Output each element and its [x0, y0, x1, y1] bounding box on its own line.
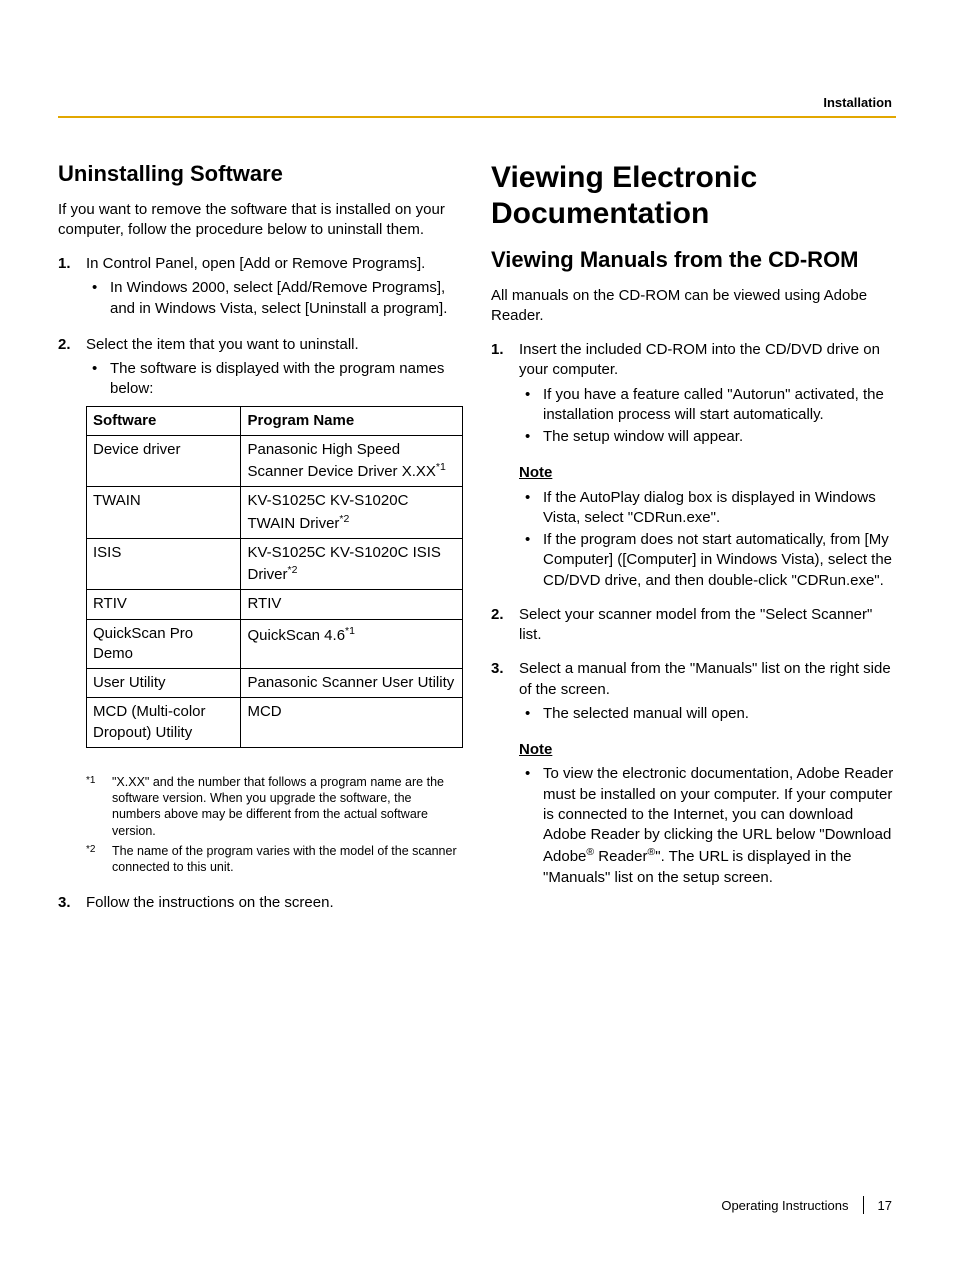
- cell-software: TWAIN: [87, 487, 241, 539]
- software-table: Software Program Name Device driver Pana…: [86, 406, 463, 748]
- cell-software: ISIS: [87, 538, 241, 590]
- cell-program: KV-S1025C KV-S1020C ISIS Driver*2: [241, 538, 463, 590]
- r-step-1-bullet-1-text: If you have a feature called "Autorun" a…: [543, 385, 896, 426]
- cell-program: RTIV: [241, 590, 463, 619]
- cell-program: QuickScan 4.6*1: [241, 619, 463, 669]
- step-2-bullet-1: • The software is displayed with the pro…: [86, 359, 463, 400]
- r-step-3-num: 3.: [491, 659, 519, 726]
- r-step-2: 2. Select your scanner model from the "S…: [491, 605, 896, 646]
- note-label: Note: [519, 740, 896, 760]
- r-step-2-text: Select your scanner model from the "Sele…: [519, 605, 896, 646]
- step-1-bullet-1-text: In Windows 2000, select [Add/Remove Prog…: [110, 278, 463, 319]
- table-header-program: Program Name: [241, 406, 463, 435]
- cell-program: Panasonic High Speed Scanner Device Driv…: [241, 435, 463, 487]
- step-2: 2. Select the item that you want to unin…: [58, 335, 463, 760]
- viewing-docs-heading: Viewing Electronic Documentation: [491, 160, 896, 232]
- table-row: Device driver Panasonic High Speed Scann…: [87, 435, 463, 487]
- viewing-manuals-intro: All manuals on the CD-ROM can be viewed …: [491, 286, 896, 327]
- page-number: 17: [878, 1198, 892, 1213]
- bullet-dot-icon: •: [519, 764, 543, 888]
- table-row: RTIV RTIV: [87, 590, 463, 619]
- left-column: Uninstalling Software If you want to rem…: [58, 160, 463, 1202]
- uninstalling-heading: Uninstalling Software: [58, 160, 463, 188]
- cell-program: Panasonic Scanner User Utility: [241, 669, 463, 698]
- note2-bullet-1-text: To view the electronic documentation, Ad…: [543, 764, 896, 888]
- note1-bullet-2-text: If the program does not start automatica…: [543, 530, 896, 591]
- table-row: TWAIN KV-S1025C KV-S1020C TWAIN Driver*2: [87, 487, 463, 539]
- table-row: ISIS KV-S1025C KV-S1020C ISIS Driver*2: [87, 538, 463, 590]
- footer-divider: [863, 1196, 864, 1214]
- bullet-dot-icon: •: [519, 530, 543, 591]
- bullet-dot-icon: •: [519, 488, 543, 529]
- footnotes: *1 "X.XX" and the number that follows a …: [86, 774, 463, 876]
- step-3-num: 3.: [58, 893, 86, 913]
- footnote-2-mark: *2: [86, 843, 112, 876]
- table-row: QuickScan Pro Demo QuickScan 4.6*1: [87, 619, 463, 669]
- footnote-1-text: "X.XX" and the number that follows a pro…: [112, 774, 463, 839]
- cell-software: MCD (Multi-color Dropout) Utility: [87, 698, 241, 748]
- note-label: Note: [519, 463, 896, 483]
- cell-software: QuickScan Pro Demo: [87, 619, 241, 669]
- step-3-text: Follow the instructions on the screen.: [86, 893, 463, 913]
- footnote-1: *1 "X.XX" and the number that follows a …: [86, 774, 463, 839]
- cell-program: KV-S1025C KV-S1020C TWAIN Driver*2: [241, 487, 463, 539]
- footnote-2-text: The name of the program varies with the …: [112, 843, 463, 876]
- r-step-1-bullet-2-text: The setup window will appear.: [543, 427, 896, 447]
- step-3: 3. Follow the instructions on the screen…: [58, 893, 463, 913]
- bullet-dot-icon: •: [86, 278, 110, 319]
- header-rule: [58, 116, 896, 118]
- footnote-1-mark: *1: [86, 774, 112, 839]
- r-step-1: 1. Insert the included CD-ROM into the C…: [491, 340, 896, 449]
- step-2-num: 2.: [58, 335, 86, 760]
- note1-bullet-1: • If the AutoPlay dialog box is displaye…: [519, 488, 896, 529]
- r-step-3-bullet-1: • The selected manual will open.: [519, 704, 896, 724]
- step-2-text: Select the item that you want to uninsta…: [86, 335, 463, 355]
- note2-bullet-1: • To view the electronic documentation, …: [519, 764, 896, 888]
- section-header: Installation: [823, 95, 892, 110]
- r-step-2-num: 2.: [491, 605, 519, 646]
- r-step-1-num: 1.: [491, 340, 519, 449]
- bullet-dot-icon: •: [519, 427, 543, 447]
- step-2-bullet-1-text: The software is displayed with the progr…: [110, 359, 463, 400]
- footnote-2: *2 The name of the program varies with t…: [86, 843, 463, 876]
- cell-program: MCD: [241, 698, 463, 748]
- note1-bullet-2: • If the program does not start automati…: [519, 530, 896, 591]
- cell-software: Device driver: [87, 435, 241, 487]
- r-step-3-bullet-1-text: The selected manual will open.: [543, 704, 896, 724]
- step-1-bullet-1: • In Windows 2000, select [Add/Remove Pr…: [86, 278, 463, 319]
- right-column: Viewing Electronic Documentation Viewing…: [491, 160, 896, 1202]
- bullet-dot-icon: •: [519, 704, 543, 724]
- r-step-3: 3. Select a manual from the "Manuals" li…: [491, 659, 896, 726]
- cell-software: RTIV: [87, 590, 241, 619]
- note1-bullet-1-text: If the AutoPlay dialog box is displayed …: [543, 488, 896, 529]
- table-header-software: Software: [87, 406, 241, 435]
- r-step-3-text: Select a manual from the "Manuals" list …: [519, 659, 896, 700]
- table-row: User Utility Panasonic Scanner User Util…: [87, 669, 463, 698]
- page-footer: Operating Instructions 17: [721, 1196, 892, 1214]
- step-1-text: In Control Panel, open [Add or Remove Pr…: [86, 254, 463, 274]
- table-row: MCD (Multi-color Dropout) Utility MCD: [87, 698, 463, 748]
- step-1: 1. In Control Panel, open [Add or Remove…: [58, 254, 463, 321]
- bullet-dot-icon: •: [86, 359, 110, 400]
- bullet-dot-icon: •: [519, 385, 543, 426]
- r-step-1-text: Insert the included CD-ROM into the CD/D…: [519, 340, 896, 381]
- r-step-1-bullet-1: • If you have a feature called "Autorun"…: [519, 385, 896, 426]
- r-step-1-bullet-2: • The setup window will appear.: [519, 427, 896, 447]
- footer-label: Operating Instructions: [721, 1198, 848, 1213]
- uninstalling-intro: If you want to remove the software that …: [58, 200, 463, 241]
- cell-software: User Utility: [87, 669, 241, 698]
- viewing-manuals-heading: Viewing Manuals from the CD-ROM: [491, 246, 896, 274]
- step-1-num: 1.: [58, 254, 86, 321]
